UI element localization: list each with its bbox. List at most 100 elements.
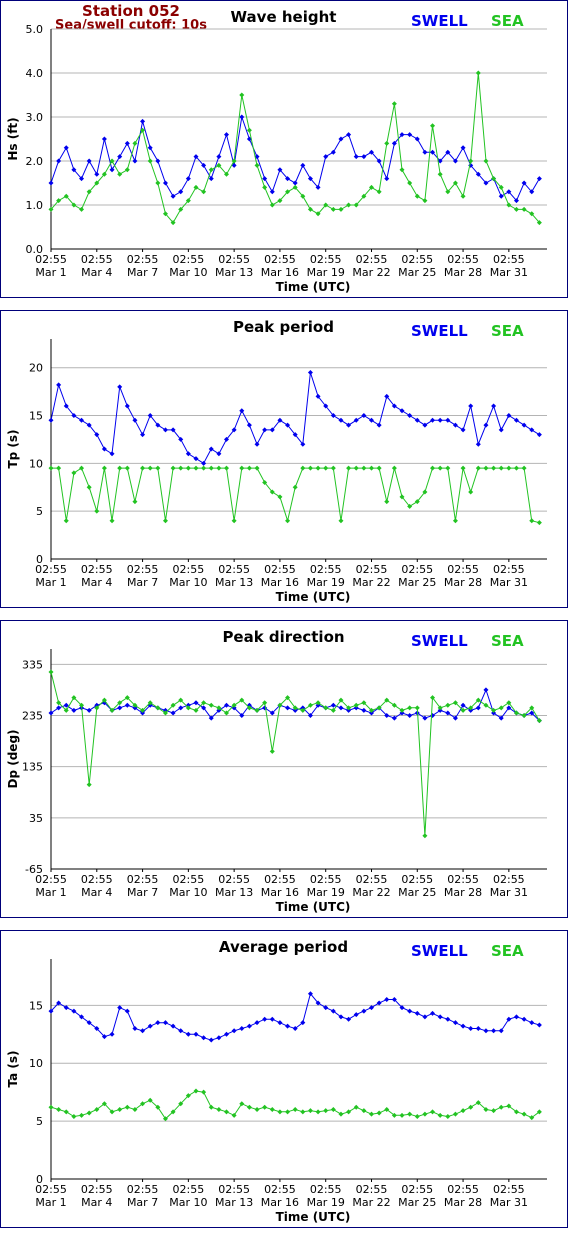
x-tick-time: 02:55 — [493, 1183, 525, 1196]
y-tick-label: 1.0 — [26, 199, 44, 212]
x-axis-label: Time (UTC) — [276, 1210, 351, 1224]
x-tick-date: Mar 22 — [352, 576, 390, 589]
x-tick-date: Mar 28 — [444, 1196, 482, 1209]
x-tick-time: 02:55 — [493, 253, 525, 266]
x-tick-date: Mar 1 — [35, 1196, 66, 1209]
x-tick-time: 02:55 — [310, 253, 342, 266]
x-tick-time: 02:55 — [173, 563, 205, 576]
x-tick-date: Mar 10 — [169, 266, 207, 279]
y-tick-label: 2.0 — [26, 155, 44, 168]
x-tick-date: Mar 19 — [307, 886, 345, 899]
wave-height-panel: Station 052 Sea/swell cutoff: 10s Wave h… — [0, 0, 568, 298]
y-tick-label: 10 — [29, 457, 43, 470]
x-tick-time: 02:55 — [401, 873, 433, 886]
y-tick-label: 4.0 — [26, 67, 44, 80]
x-tick-time: 02:55 — [218, 873, 250, 886]
x-tick-date: Mar 4 — [81, 886, 112, 899]
x-tick-date: Mar 7 — [127, 576, 158, 589]
wave-height-chart: 0.01.02.03.04.05.002:55Mar 102:55Mar 402… — [6, 23, 547, 294]
x-tick-time: 02:55 — [173, 873, 205, 886]
x-tick-date: Mar 16 — [261, 886, 299, 899]
y-axis-label: Ta (s) — [6, 1050, 20, 1087]
x-tick-time: 02:55 — [493, 563, 525, 576]
y-tick-label: 5 — [36, 505, 43, 518]
plot-area — [51, 339, 547, 559]
x-tick-date: Mar 13 — [215, 266, 253, 279]
x-tick-time: 02:55 — [401, 253, 433, 266]
x-tick-date: Mar 13 — [215, 886, 253, 899]
y-tick-label: 5.0 — [26, 23, 44, 36]
x-tick-time: 02:55 — [81, 563, 113, 576]
x-tick-time: 02:55 — [127, 1183, 159, 1196]
x-tick-date: Mar 13 — [215, 576, 253, 589]
x-tick-date: Mar 19 — [307, 266, 345, 279]
x-tick-date: Mar 19 — [307, 576, 345, 589]
x-tick-date: Mar 10 — [169, 1196, 207, 1209]
x-tick-time: 02:55 — [35, 253, 67, 266]
x-tick-date: Mar 16 — [261, 576, 299, 589]
x-tick-date: Mar 19 — [307, 1196, 345, 1209]
x-tick-time: 02:55 — [81, 1183, 113, 1196]
x-tick-time: 02:55 — [264, 253, 296, 266]
x-tick-time: 02:55 — [447, 1183, 479, 1196]
y-tick-label: 235 — [22, 710, 43, 723]
x-tick-date: Mar 1 — [35, 886, 66, 899]
y-tick-label: 5 — [36, 1115, 43, 1128]
x-tick-date: Mar 25 — [398, 1196, 436, 1209]
x-tick-time: 02:55 — [81, 253, 113, 266]
x-tick-time: 02:55 — [35, 873, 67, 886]
x-tick-date: Mar 16 — [261, 266, 299, 279]
x-tick-time: 02:55 — [127, 253, 159, 266]
x-axis-label: Time (UTC) — [276, 900, 351, 914]
y-axis-label: Dp (deg) — [6, 729, 20, 788]
y-tick-label: 135 — [22, 761, 43, 774]
y-tick-label: 15 — [29, 410, 43, 423]
x-tick-time: 02:55 — [218, 563, 250, 576]
x-tick-time: 02:55 — [81, 873, 113, 886]
x-tick-time: 02:55 — [35, 1183, 67, 1196]
x-tick-time: 02:55 — [264, 873, 296, 886]
average-period-chart: 05101502:55Mar 102:55Mar 402:55Mar 702:5… — [6, 959, 547, 1224]
x-tick-time: 02:55 — [310, 873, 342, 886]
plot-area — [51, 649, 547, 869]
x-tick-time: 02:55 — [447, 563, 479, 576]
x-tick-date: Mar 25 — [398, 576, 436, 589]
x-tick-time: 02:55 — [310, 1183, 342, 1196]
x-tick-date: Mar 25 — [398, 266, 436, 279]
x-tick-time: 02:55 — [447, 253, 479, 266]
x-tick-time: 02:55 — [264, 563, 296, 576]
x-tick-time: 02:55 — [127, 563, 159, 576]
x-tick-date: Mar 25 — [398, 886, 436, 899]
x-tick-date: Mar 31 — [490, 266, 528, 279]
peak-period-panel: Peak period SWELL SEA 0 5 10 15 20 02:55 Mar 1… — [0, 310, 568, 608]
peak-direction-chart: -653513523533502:55Mar 102:55Mar 402:55M… — [6, 649, 547, 914]
x-tick-date: Mar 13 — [215, 1196, 253, 1209]
x-tick-date: Mar 22 — [352, 886, 390, 899]
x-tick-date: Mar 7 — [127, 886, 158, 899]
x-axis-label: Time (UTC) — [276, 280, 351, 294]
x-tick-time: 02:55 — [173, 253, 205, 266]
x-tick-date: Mar 7 — [127, 266, 158, 279]
x-axis-label: Time (UTC) — [276, 590, 351, 604]
x-tick-date: Mar 28 — [444, 886, 482, 899]
x-tick-time: 02:55 — [447, 873, 479, 886]
x-tick-date: Mar 22 — [352, 1196, 390, 1209]
x-tick-time: 02:55 — [127, 873, 159, 886]
y-tick-label: 10 — [29, 1057, 43, 1070]
x-tick-date: Mar 31 — [490, 886, 528, 899]
x-tick-date: Mar 1 — [35, 266, 66, 279]
x-tick-date: Mar 31 — [490, 1196, 528, 1209]
x-tick-date: Mar 28 — [444, 266, 482, 279]
x-tick-date: Mar 7 — [127, 1196, 158, 1209]
x-tick-time: 02:55 — [173, 1183, 205, 1196]
x-tick-time: 02:55 — [401, 1183, 433, 1196]
x-tick-date: Mar 4 — [81, 266, 112, 279]
x-tick-date: Mar 22 — [352, 266, 390, 279]
y-tick-label: 20 — [29, 362, 43, 375]
y-tick-label: 3.0 — [26, 111, 44, 124]
x-tick-time: 02:55 — [401, 563, 433, 576]
x-tick-time: 02:55 — [310, 563, 342, 576]
x-tick-time: 02:55 — [356, 1183, 388, 1196]
x-tick-time: 02:55 — [35, 563, 67, 576]
plot-area — [51, 959, 547, 1179]
